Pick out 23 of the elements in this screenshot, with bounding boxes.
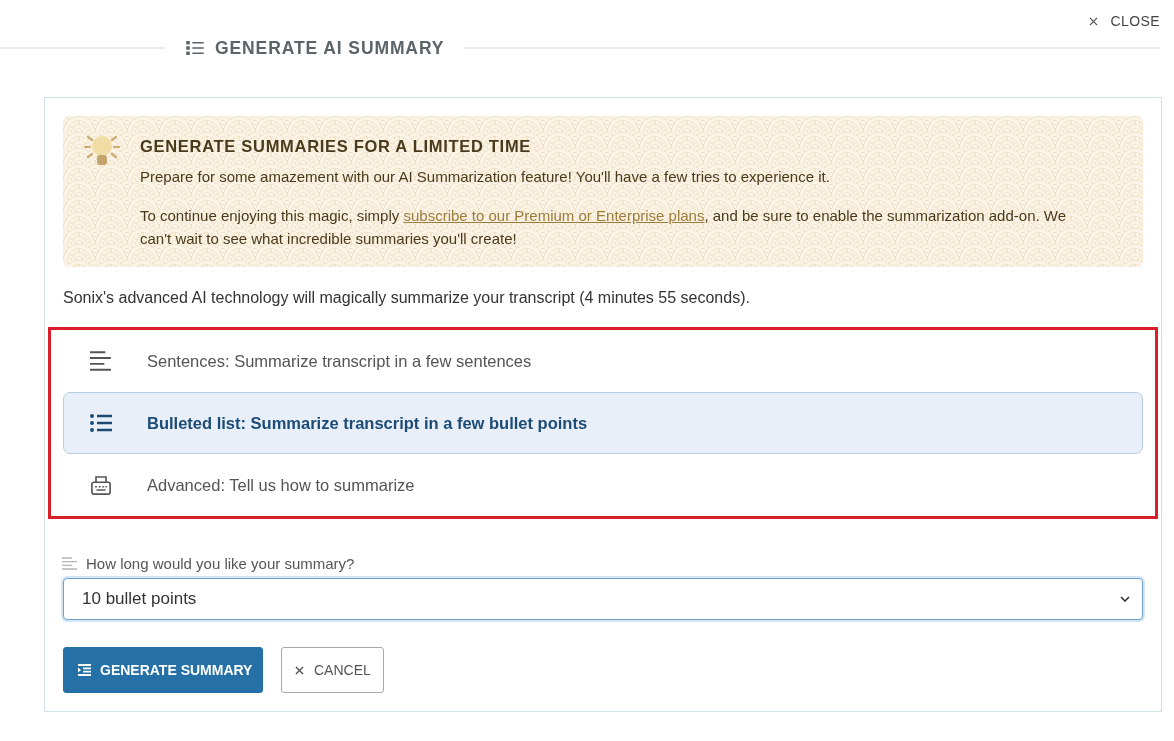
text-lines-icon xyxy=(62,556,77,570)
summary-option[interactable]: Sentences: Summarize transcript in a few sentences xyxy=(63,330,1143,392)
list-icon xyxy=(78,664,91,676)
generate-summary-button[interactable]: GENERATE SUMMARY xyxy=(63,647,263,693)
typewriter-icon xyxy=(90,475,112,495)
promo-text: Prepare for some amazement with our AI Summarization feature! You'll have a few tries to experience it. xyxy=(140,167,831,187)
text-lines-icon xyxy=(90,351,112,371)
chevron-down-icon xyxy=(1120,596,1130,602)
promo-title: GENERATE SUMMARIES FOR A LIMITED TIME xyxy=(140,136,533,157)
list-icon xyxy=(186,41,204,55)
close-icon xyxy=(295,665,304,675)
close-button[interactable]: CLOSE xyxy=(1088,12,1160,30)
summary-option[interactable]: Advanced: Tell us how to summarize xyxy=(63,454,1143,516)
description-text: Sonix's advanced AI technology will magically summarize your transcript (4 minutes 55 seconds). xyxy=(63,288,751,308)
promo-note: To continue enjoying this magic, simply subscribe to our Premium or Enterprise plans, and be sure to enable the summarization add-on. We can't wait to see what incredible summaries you'll create! xyxy=(140,206,1068,249)
cancel-button[interactable]: CANCEL xyxy=(281,647,384,693)
dialog-title: GENERATE AI SUMMARY xyxy=(215,37,445,59)
length-label: How long would you like your summary? xyxy=(86,554,355,572)
subscribe-link[interactable]: subscribe to our Premium or Enterprise plans xyxy=(403,207,705,224)
list-icon xyxy=(90,413,112,433)
close-icon xyxy=(1088,16,1098,26)
summary-option[interactable]: Bulleted list: Summarize transcript in a few bullet points xyxy=(63,392,1143,454)
length-select[interactable]: 10 bullet points xyxy=(63,578,1143,620)
